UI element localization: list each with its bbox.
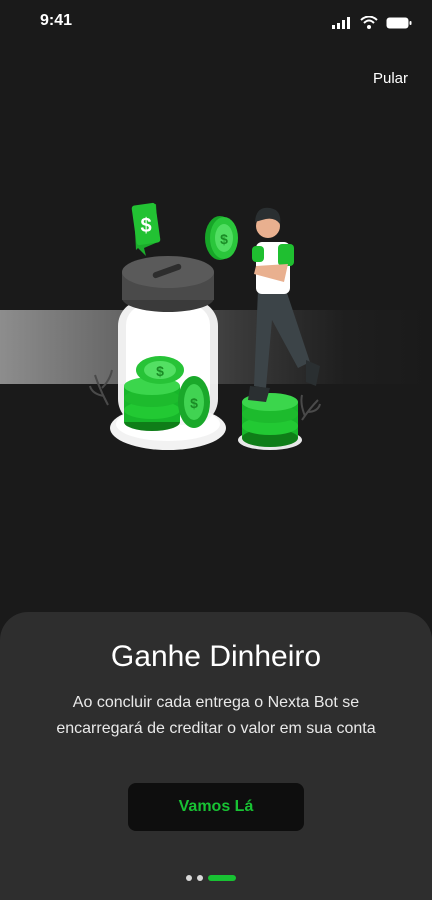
plant-right-icon: [300, 394, 321, 421]
onboarding-title: Ganhe Dinheiro: [110, 640, 322, 673]
person-illustration: [248, 207, 320, 402]
held-coin-icon: $: [205, 216, 238, 260]
start-button[interactable]: Vamos Lá: [128, 783, 304, 831]
plant-left-icon: [89, 369, 113, 406]
coin-stack-floor-icon: [238, 393, 302, 450]
page-dot-1[interactable]: [186, 875, 192, 881]
battery-icon: [386, 17, 412, 28]
page-dot-2[interactable]: [197, 875, 203, 881]
onboarding-description: Ao concluir cada entrega o Nexta Bot se …: [56, 694, 376, 737]
svg-text:$: $: [156, 363, 164, 379]
svg-text:$: $: [190, 395, 198, 411]
status-time: 9:41: [40, 12, 73, 29]
onboarding-illustration: $ $ $ $: [89, 202, 321, 450]
status-icons: [332, 16, 412, 29]
status-bar: 9:41: [0, 0, 432, 44]
dollar-badge-icon: $: [131, 202, 161, 256]
signal-icon: [332, 16, 350, 29]
skip-button[interactable]: Pular: [373, 70, 408, 87]
svg-text:$: $: [140, 215, 151, 237]
svg-text:$: $: [220, 231, 228, 247]
page-dot-3-active[interactable]: [208, 875, 236, 881]
page-indicator[interactable]: [186, 875, 236, 881]
wifi-icon: [360, 16, 378, 29]
